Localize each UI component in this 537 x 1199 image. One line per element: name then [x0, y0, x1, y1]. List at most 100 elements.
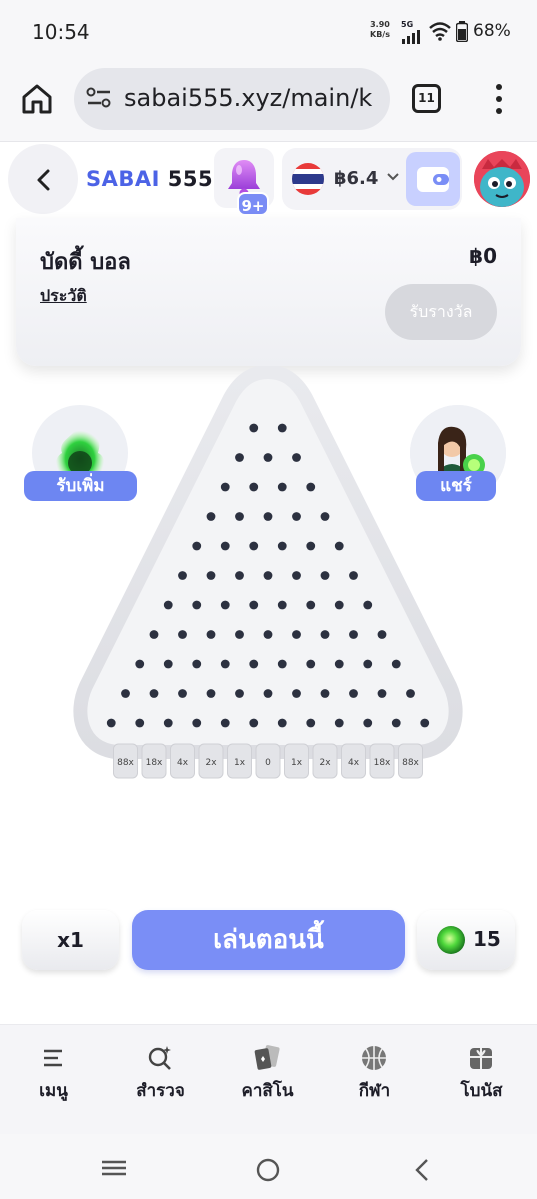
peg — [334, 718, 344, 728]
peg — [306, 718, 316, 728]
peg — [277, 718, 287, 728]
nav-item-casino[interactable]: คาสิโน — [214, 1025, 321, 1135]
signal-icon — [402, 30, 420, 44]
slot-label: 88x — [402, 758, 419, 768]
home-circle-icon[interactable] — [256, 1158, 280, 1182]
peg — [235, 571, 244, 580]
cards-icon — [254, 1045, 280, 1070]
peg — [349, 689, 358, 698]
peg — [220, 600, 230, 610]
multiplier-slot: 1x — [284, 743, 309, 779]
peg — [377, 689, 387, 698]
basketball-icon — [362, 1046, 386, 1070]
peg — [363, 718, 373, 728]
user-avatar[interactable] — [474, 151, 530, 207]
nav-item-bonus[interactable]: โบนัส — [428, 1025, 535, 1135]
peg — [292, 689, 301, 698]
wallet-icon — [417, 167, 449, 192]
nav-label-casino: คาสิโน — [241, 1081, 294, 1101]
peg — [320, 689, 330, 698]
nav-item-menu[interactable]: เมนู — [0, 1025, 107, 1135]
peg — [334, 659, 344, 669]
peg — [391, 718, 401, 728]
menu-icon — [44, 1049, 62, 1067]
peg — [192, 600, 202, 610]
notifications-button[interactable]: 9+ — [214, 148, 274, 216]
peg — [163, 718, 173, 728]
peg — [292, 571, 301, 580]
battery-icon — [456, 21, 468, 42]
peg — [249, 423, 259, 433]
nav-label-explore: สำรวจ — [136, 1081, 185, 1101]
peg — [263, 571, 273, 580]
claim-reward-button[interactable]: รับรางวัล — [385, 284, 497, 340]
peg — [306, 482, 316, 492]
slot-label: 1x — [234, 758, 246, 768]
peg — [306, 600, 316, 610]
plinko-board: 88x 18x 4x 2x 1x 0 1x 2x 4x 18x 88x — [0, 365, 537, 806]
peg — [220, 541, 230, 551]
peg — [263, 630, 273, 639]
gift-icon — [470, 1048, 492, 1069]
back-arrow-icon[interactable] — [414, 1158, 430, 1182]
peg — [277, 659, 287, 669]
url-text[interactable]: sabai555.xyz/main/k — [124, 84, 372, 112]
peg — [377, 630, 387, 639]
peg — [334, 541, 344, 551]
peg — [220, 718, 230, 728]
nav-item-sports[interactable]: กีฬา — [321, 1025, 428, 1135]
game-title: บัดดี้ บอล — [40, 250, 131, 275]
site-settings-icon[interactable] — [86, 86, 112, 110]
peg — [249, 541, 259, 551]
back-button[interactable] — [8, 144, 78, 214]
peg — [192, 718, 202, 728]
balls-count: 15 — [473, 927, 501, 951]
peg — [292, 630, 301, 639]
peg — [178, 571, 187, 580]
tab-switcher-button[interactable]: 11 — [412, 84, 441, 113]
peg — [206, 630, 216, 639]
slot-label: 2x — [205, 758, 217, 768]
peg — [406, 689, 415, 698]
battery-percent: 68% — [473, 21, 511, 41]
bottom-nav: เมนู สำรวจ คาสิโน กีฬา โบนัส — [0, 1024, 537, 1134]
balance-selector[interactable]: ฿6.4 — [282, 148, 462, 210]
peg — [149, 630, 159, 639]
peg — [235, 630, 244, 639]
peg — [220, 482, 230, 492]
slot-label: 0 — [265, 758, 271, 768]
multiplier-slot: 0 — [255, 743, 281, 779]
wifi-icon — [429, 22, 451, 41]
peg — [391, 659, 401, 669]
peg — [292, 512, 301, 521]
peg — [363, 659, 373, 669]
nav-item-explore[interactable]: สำรวจ — [107, 1025, 214, 1135]
explore-icon — [148, 1046, 171, 1070]
screen: 10:54 3.90 KB/s 5G 68% sabai555.xyz/main… — [0, 0, 537, 1199]
more-options-icon[interactable] — [492, 82, 506, 116]
peg — [334, 600, 344, 610]
nav-label-sports: กีฬา — [358, 1081, 391, 1101]
peg — [235, 453, 244, 462]
peg — [306, 541, 316, 551]
nav-label-bonus: โบนัส — [460, 1081, 503, 1101]
multiplier-button[interactable]: x1 — [22, 910, 119, 970]
balls-counter[interactable]: 15 — [417, 910, 515, 970]
peg — [249, 659, 259, 669]
peg — [206, 689, 216, 698]
recent-apps-icon[interactable] — [102, 1160, 126, 1176]
wallet-button[interactable] — [406, 152, 460, 206]
home-icon[interactable] — [20, 82, 54, 116]
peg — [349, 571, 358, 580]
play-now-button[interactable]: เล่นตอนนี้ — [132, 910, 405, 970]
peg — [263, 512, 273, 521]
address-bar[interactable]: sabai555.xyz/main/k — [74, 68, 390, 130]
multiplier-slot: 4x — [170, 743, 195, 779]
site-logo[interactable]: SABAI 555 — [86, 167, 213, 191]
peg — [249, 482, 259, 492]
app-header: SABAI 555 9+ ฿6.4 — [0, 142, 537, 216]
peg — [135, 659, 145, 669]
peg — [121, 689, 130, 698]
peg — [320, 630, 330, 639]
history-link[interactable]: ประวัติ — [40, 284, 87, 309]
